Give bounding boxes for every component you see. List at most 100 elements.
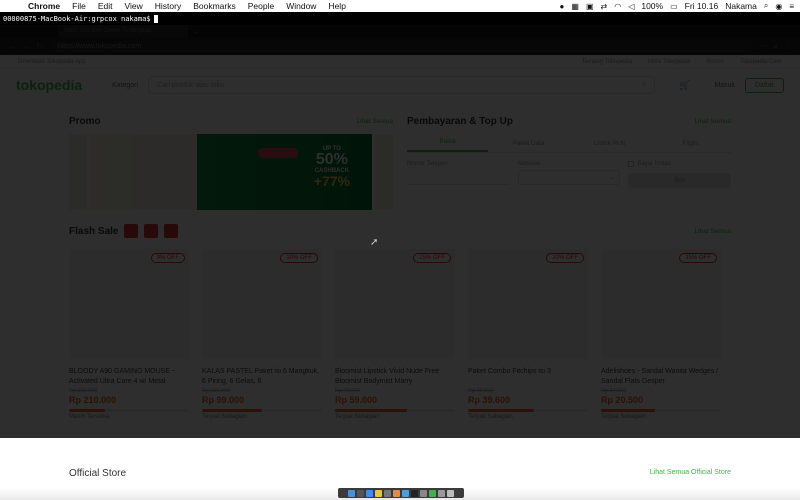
search-icon[interactable]: ⌕ xyxy=(642,81,646,89)
terminal-window[interactable]: 00000875-MacBook-Air:grpcox nakama$ xyxy=(0,12,800,25)
product-card[interactable]: 20% OFF Paket Combo Fitchips isi 3 Rp 49… xyxy=(468,249,588,420)
product-name[interactable]: Bloomist Lipstick Vivid Nude Free Bloomi… xyxy=(335,367,455,387)
nomor-telepon-input[interactable] xyxy=(407,170,510,185)
trash-icon[interactable] xyxy=(447,489,454,497)
flash-sale-see-all-link[interactable]: Lihat Semua xyxy=(695,228,732,235)
siri-icon[interactable]: ◉ xyxy=(775,2,782,11)
product-card[interactable]: 25% OFF Bloomist Lipstick Vivid Nude Fre… xyxy=(335,249,455,420)
menu-history[interactable]: History xyxy=(149,1,187,11)
notification-center-icon[interactable]: ≡ xyxy=(789,2,794,11)
spotlight-icon[interactable]: ⌕ xyxy=(764,1,768,11)
forward-icon[interactable]: → xyxy=(22,42,30,51)
download-app-link[interactable]: Download Tokopedia App xyxy=(18,59,86,65)
promo-see-all-link[interactable]: Lihat Semua xyxy=(357,118,394,125)
banner-prev-peek[interactable] xyxy=(69,134,87,210)
menu-edit[interactable]: Edit xyxy=(92,1,119,11)
app-icon[interactable] xyxy=(420,489,427,497)
menu-window[interactable]: Window xyxy=(280,1,322,11)
cart-icon[interactable]: 🛒 xyxy=(679,80,690,91)
tab-flight[interactable]: Flight xyxy=(650,140,731,152)
topstrip-link-promo[interactable]: Promo xyxy=(706,59,724,65)
menu-file[interactable]: File xyxy=(66,1,92,11)
menu-people[interactable]: People xyxy=(242,1,280,11)
product-list: 9% OFF BLOODY A90 GAMING MOUSE - Activat… xyxy=(69,249,731,420)
cashback-text: UP TO 50% CASHBACK +77% xyxy=(314,146,350,188)
bayar-instan-option[interactable]: Bayar Instan xyxy=(628,161,731,167)
kategori-menu[interactable]: Kategori xyxy=(112,82,138,89)
product-card[interactable]: 9% OFF BLOODY A90 GAMING MOUSE - Activat… xyxy=(69,249,189,420)
clock[interactable]: Fri 10.16 xyxy=(685,1,719,11)
product-card[interactable]: 10% OFF KALAS PASTEL Paket isi 6 Mangkuk… xyxy=(202,249,322,420)
menu-help[interactable]: Help xyxy=(322,1,351,11)
mouse-pointer-icon: ➚ xyxy=(370,237,379,248)
product-image[interactable]: 10% OFF xyxy=(202,249,322,359)
product-name[interactable]: Adelishoes - Sandal Wanita Wedges / Sand… xyxy=(601,367,721,387)
stock-status: Masih Tersedia xyxy=(69,414,110,420)
app-icon[interactable] xyxy=(393,489,400,497)
product-image[interactable]: 20% OFF xyxy=(468,249,588,359)
launchpad-icon[interactable] xyxy=(357,489,364,497)
browser-tab[interactable]: Situs Jual Beli Online Terlengkap... xyxy=(58,25,188,37)
volume-icon[interactable]: ◁ xyxy=(628,2,634,11)
masuk-button[interactable]: Masuk xyxy=(714,82,735,89)
url-field[interactable]: https://www.tokopedia.com xyxy=(50,40,754,52)
menu-bookmarks[interactable]: Bookmarks xyxy=(187,1,242,11)
docker-icon[interactable]: ▦ xyxy=(571,2,579,11)
discount-badge: 25% OFF xyxy=(413,253,451,263)
nominal-select[interactable]: ⌄ xyxy=(517,170,621,185)
product-name[interactable]: KALAS PASTEL Paket isi 6 Mangkuk, 6 Piri… xyxy=(202,367,322,387)
tokopedia-logo[interactable]: tokopedia xyxy=(16,77,102,93)
product-name[interactable]: BLOODY A90 GAMING MOUSE - Activated Ultr… xyxy=(69,367,189,387)
cast-icon[interactable]: ▭ xyxy=(760,42,768,51)
profile-icon[interactable]: ● xyxy=(773,42,778,51)
battery-icon[interactable]: ▭ xyxy=(670,2,678,11)
banner-next-peek[interactable] xyxy=(375,134,393,210)
record-icon[interactable]: ● xyxy=(560,2,565,11)
topstrip-link-mitra[interactable]: Mitra Tokopedia xyxy=(648,59,690,65)
app-status-icon[interactable]: ▣ xyxy=(586,2,594,11)
topstrip-link-care[interactable]: Tokopedia Care xyxy=(740,59,782,65)
official-store-see-all-link[interactable]: Lihat Semua Official Store xyxy=(650,469,731,476)
stock-status: Terjual Sebagian xyxy=(202,414,247,420)
chrome-icon[interactable] xyxy=(375,489,382,497)
promo-banner-carousel[interactable]: UP TO 50% CASHBACK +77% xyxy=(69,134,393,210)
menu-kebab-icon[interactable]: ⋮ xyxy=(784,42,792,51)
product-image[interactable]: 15% OFF xyxy=(601,249,721,359)
app-icon[interactable] xyxy=(402,489,409,497)
battery-percent[interactable]: 100% xyxy=(641,1,663,11)
terminal-icon[interactable] xyxy=(411,489,418,497)
sync-icon[interactable]: ⇄ xyxy=(601,2,608,11)
back-icon[interactable]: ← xyxy=(8,42,16,51)
banner-badge xyxy=(258,148,298,158)
topup-see-all-link[interactable]: Lihat Semua xyxy=(695,118,732,125)
menu-app-name[interactable]: Chrome xyxy=(22,1,66,11)
search-input[interactable]: Cari produk atau toko ⌕ xyxy=(148,76,656,94)
product-price: Rp 39.600 xyxy=(468,395,511,405)
new-tab-icon[interactable]: + xyxy=(194,28,199,37)
wifi-icon[interactable]: ◠ xyxy=(614,2,621,11)
finder-icon[interactable] xyxy=(348,489,355,497)
beli-button[interactable]: Beli xyxy=(628,173,732,188)
tab-paket-data[interactable]: Paket Data xyxy=(488,140,569,152)
bayar-instan-checkbox[interactable] xyxy=(628,161,635,167)
user-name[interactable]: Nakama xyxy=(725,1,757,11)
topstrip-link-tentang[interactable]: Tentang Tokopedia xyxy=(582,59,632,65)
product-image[interactable]: 9% OFF xyxy=(69,249,189,359)
stock-bar xyxy=(601,409,721,412)
tab-pulsa[interactable]: Pulsa xyxy=(407,138,488,152)
site-header: tokopedia Kategori Cari produk atau toko… xyxy=(0,69,800,101)
menu-view[interactable]: View xyxy=(118,1,148,11)
product-name[interactable]: Paket Combo Fitchips isi 3 xyxy=(468,367,588,387)
app-icon[interactable] xyxy=(429,489,436,497)
safari-icon[interactable] xyxy=(366,489,373,497)
reload-icon[interactable]: ↻ xyxy=(36,42,44,51)
product-image[interactable]: 25% OFF xyxy=(335,249,455,359)
app-icon[interactable] xyxy=(438,489,445,497)
promo-banner[interactable]: UP TO 50% CASHBACK +77% xyxy=(90,134,372,210)
product-card[interactable]: 15% OFF Adelishoes - Sandal Wanita Wedge… xyxy=(601,249,721,420)
daftar-button[interactable]: Daftar xyxy=(744,77,784,93)
app-icon[interactable] xyxy=(384,489,391,497)
tab-listrik-pln[interactable]: Listrik PLN xyxy=(569,140,650,152)
stock-bar-fill xyxy=(468,409,534,412)
chevron-down-icon: ⌄ xyxy=(609,175,615,181)
